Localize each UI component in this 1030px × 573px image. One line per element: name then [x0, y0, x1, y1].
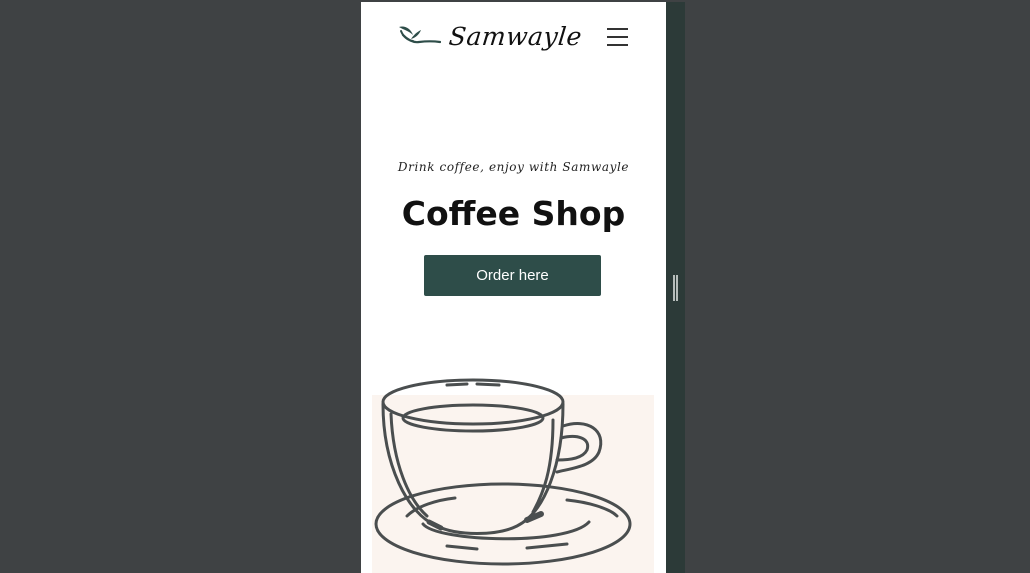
leaf-branch-logo-icon: [399, 26, 441, 44]
order-button[interactable]: Order here: [424, 255, 601, 296]
brand-name: Samwayle: [447, 21, 584, 51]
brand-logo-link[interactable]: Samwayle: [397, 16, 584, 56]
resize-handle[interactable]: [672, 275, 678, 301]
hero-tagline: Drink coffee, enjoy with Samwayle: [397, 160, 630, 174]
coffee-cup-illustration-icon: [374, 378, 632, 566]
site-header: Samwayle: [361, 2, 666, 72]
mobile-viewport: Samwayle Drink coffee, enjoy with Samway…: [361, 2, 666, 573]
hero-title: Coffee Shop: [401, 194, 626, 233]
hamburger-menu-icon[interactable]: [607, 27, 629, 47]
